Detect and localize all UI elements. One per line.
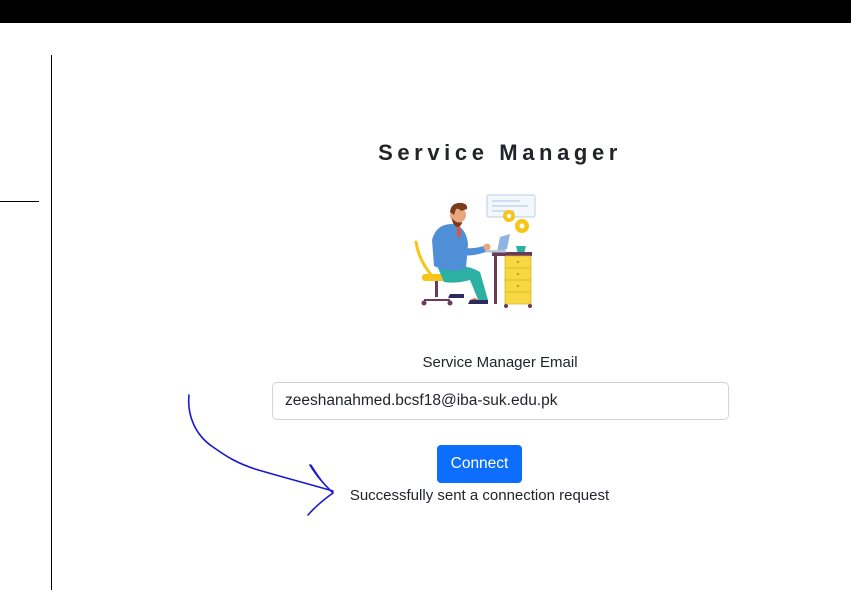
status-message: Successfully sent a connection request — [349, 487, 610, 504]
top-bar — [0, 0, 851, 23]
person-working-at-desk-illustration — [414, 194, 536, 308]
connect-button[interactable]: Connect — [437, 445, 522, 483]
horizontal-divider — [0, 201, 39, 202]
email-label: Service Manager Email — [422, 354, 578, 371]
page: Service Manager Service Manager Email ze… — [0, 0, 851, 590]
page-title: Service Manager — [378, 140, 622, 165]
vertical-divider — [51, 55, 52, 590]
hand-drawn-arrow-icon — [187, 394, 334, 516]
